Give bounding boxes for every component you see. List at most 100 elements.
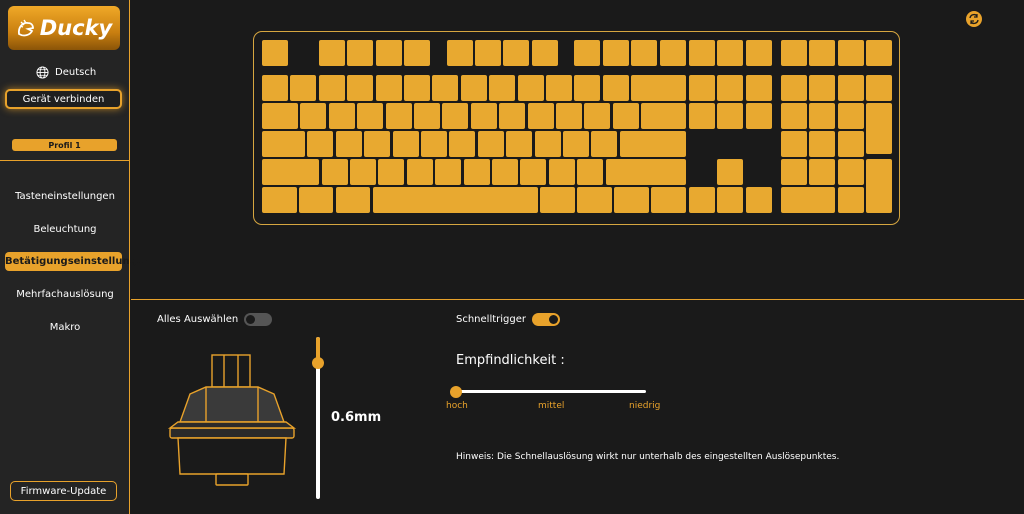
key-main-r1-c11[interactable] (574, 75, 601, 101)
key-main-r2-c11[interactable] (584, 103, 611, 129)
language-selector[interactable]: Deutsch (36, 66, 96, 79)
key-main-r0-c10[interactable] (602, 40, 629, 66)
key-main-r4-c9[interactable] (548, 159, 575, 185)
key-main-r2-c7[interactable] (470, 103, 497, 129)
key-numpad-r1-c2[interactable] (837, 75, 864, 101)
key-main-r3-c11[interactable] (591, 131, 618, 157)
key-nav-r1-c1[interactable] (717, 75, 744, 101)
key-main-r0-c11[interactable] (631, 40, 658, 66)
key-nav-r2-c1[interactable] (717, 103, 744, 129)
key-main-r2-c6[interactable] (442, 103, 469, 129)
key-nav-r1-c0[interactable] (689, 75, 715, 101)
key-main-r0-c9[interactable] (574, 40, 601, 66)
key-main-r4-c8[interactable] (520, 159, 547, 185)
key-main-r1-c7[interactable] (460, 75, 487, 101)
key-nav-r2-c0[interactable] (689, 103, 715, 129)
key-numpad-top-c1[interactable] (809, 40, 836, 66)
key-main-r1-c1[interactable] (290, 75, 317, 101)
key-numpad-plus[interactable] (866, 103, 893, 155)
key-main-r0-c1[interactable] (318, 40, 345, 66)
key-numpad-r4-c2[interactable] (837, 159, 864, 185)
key-main-r2-c13[interactable] (641, 103, 686, 129)
key-main-r0-c12[interactable] (659, 40, 686, 66)
key-main-r1-c3[interactable] (347, 75, 374, 101)
key-main-r2-c8[interactable] (499, 103, 526, 129)
key-numpad-r4-c0[interactable] (781, 159, 807, 185)
key-main-r2-c10[interactable] (555, 103, 582, 129)
key-main-r5-c2[interactable] (335, 187, 371, 213)
key-main-r0-c3[interactable] (375, 40, 402, 66)
key-nav-r1-c2[interactable] (745, 75, 772, 101)
key-main-r1-c0[interactable] (262, 75, 288, 101)
actuation-depth-handle[interactable] (312, 357, 324, 369)
key-main-r2-c0[interactable] (262, 103, 298, 129)
key-main-r4-c7[interactable] (492, 159, 519, 185)
key-main-r4-c1[interactable] (321, 159, 348, 185)
sensitivity-handle[interactable] (450, 386, 462, 398)
key-main-r5-c1[interactable] (298, 187, 334, 213)
key-main-r2-c12[interactable] (612, 103, 639, 129)
key-arrow-0[interactable] (689, 187, 715, 213)
key-arrow-2[interactable] (745, 187, 772, 213)
key-main-r5-c7[interactable] (651, 187, 686, 213)
menu-item-actuation-settings[interactable]: Betätigungseinstellungen (5, 252, 151, 271)
key-main-r1-c9[interactable] (517, 75, 544, 101)
key-main-r5-c4[interactable] (540, 187, 575, 213)
key-main-r3-c6[interactable] (449, 131, 476, 157)
key-nav-r0-c1[interactable] (717, 40, 744, 66)
key-main-r5-c3[interactable] (372, 187, 538, 213)
key-main-r2-c2[interactable] (328, 103, 355, 129)
key-main-r3-c5[interactable] (421, 131, 448, 157)
key-main-r3-c4[interactable] (392, 131, 419, 157)
key-nav-r2-c2[interactable] (745, 103, 772, 129)
key-main-r2-c5[interactable] (413, 103, 440, 129)
key-numpad-minus[interactable] (866, 75, 893, 101)
menu-item-lighting[interactable]: Beleuchtung (0, 224, 130, 235)
key-numpad-r1-c1[interactable] (809, 75, 836, 101)
key-main-r3-c1[interactable] (307, 131, 334, 157)
key-main-r2-c3[interactable] (357, 103, 384, 129)
key-main-r0-c0[interactable] (262, 40, 288, 66)
key-numpad-r1-c0[interactable] (781, 75, 807, 101)
key-main-r3-c2[interactable] (335, 131, 362, 157)
key-main-r1-c4[interactable] (375, 75, 402, 101)
key-main-r3-c0[interactable] (262, 131, 306, 157)
key-numpad-0[interactable] (781, 187, 836, 213)
key-main-r2-c4[interactable] (385, 103, 412, 129)
select-all-toggle[interactable] (244, 313, 273, 326)
sensitivity-track[interactable] (456, 390, 646, 393)
key-main-r0-c8[interactable] (531, 40, 558, 66)
key-numpad-top-c3[interactable] (866, 40, 893, 66)
rapid-trigger-toggle[interactable] (532, 313, 560, 326)
key-main-r4-c3[interactable] (378, 159, 405, 185)
key-main-r4-c6[interactable] (463, 159, 490, 185)
key-main-r3-c12[interactable] (619, 131, 686, 157)
firmware-update-button[interactable]: Firmware-Update (10, 481, 117, 501)
key-main-r3-c9[interactable] (534, 131, 561, 157)
key-arrow-up[interactable] (717, 159, 744, 185)
key-main-r0-c7[interactable] (503, 40, 530, 66)
refresh-icon[interactable] (966, 11, 982, 27)
key-main-r1-c13[interactable] (631, 75, 686, 101)
key-main-r1-c10[interactable] (546, 75, 572, 101)
key-numpad-top-c0[interactable] (781, 40, 807, 66)
key-nav-r0-c0[interactable] (689, 40, 715, 66)
key-numpad-r3-c2[interactable] (837, 131, 864, 157)
menu-item-macro[interactable]: Makro (0, 322, 130, 333)
key-main-r3-c7[interactable] (477, 131, 504, 157)
key-main-r0-c4[interactable] (404, 40, 430, 66)
key-main-r1-c8[interactable] (489, 75, 516, 101)
profile-selector[interactable]: Profil 1 (12, 139, 117, 151)
key-main-r4-c10[interactable] (577, 159, 604, 185)
key-main-r3-c3[interactable] (364, 131, 391, 157)
key-nav-r0-c2[interactable] (745, 40, 772, 66)
key-main-r0-c6[interactable] (475, 40, 501, 66)
key-numpad-r2-c2[interactable] (837, 103, 864, 129)
key-numpad-top-c2[interactable] (837, 40, 864, 66)
key-numpad-r4-c1[interactable] (809, 159, 836, 185)
key-main-r1-c2[interactable] (318, 75, 345, 101)
key-numpad-r3-c1[interactable] (809, 131, 836, 157)
key-numpad-dot[interactable] (837, 187, 864, 213)
key-main-r4-c2[interactable] (350, 159, 377, 185)
key-main-r0-c5[interactable] (446, 40, 473, 66)
